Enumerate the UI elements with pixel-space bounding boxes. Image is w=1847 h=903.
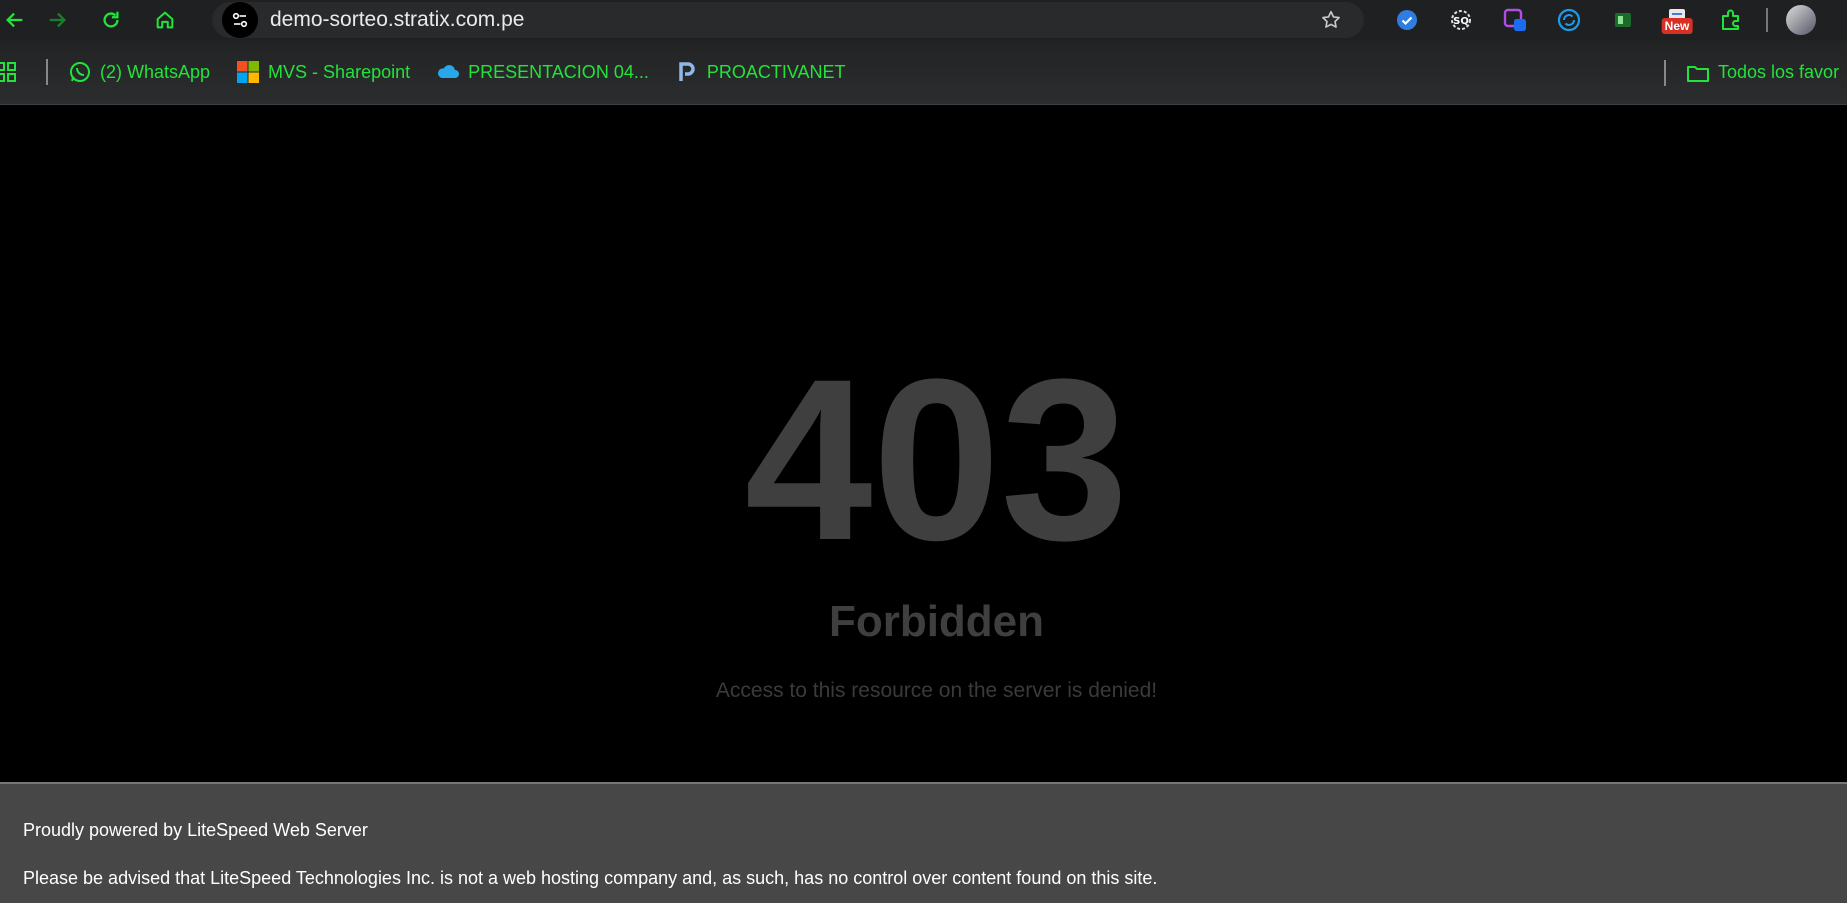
bookmark-label: (2) WhatsApp: [100, 61, 211, 82]
extensions-menu-button[interactable]: [1704, 0, 1758, 40]
bookmarks-bar: (2) WhatsApp MVS - Sharepoint PRESENTACI…: [0, 40, 1847, 105]
apps-grid-icon: [0, 62, 16, 82]
microsoft-icon: [237, 61, 260, 83]
error-status: Forbidden: [828, 597, 1045, 646]
bookmark-label: PRESENTACION 04...: [468, 61, 649, 82]
extension-checkmark[interactable]: [1380, 0, 1434, 40]
extension-spreadsheet[interactable]: [1596, 0, 1650, 40]
sync-icon: [1557, 8, 1581, 32]
bookmark-presentacion[interactable]: PRESENTACION 04...: [436, 60, 649, 84]
all-favorites-area: Todos los favor: [1664, 40, 1839, 105]
reload-icon: [103, 11, 119, 28]
checkmark-shield-icon: [1397, 10, 1417, 30]
reload-button[interactable]: [84, 0, 138, 40]
site-info-button[interactable]: [222, 2, 258, 38]
all-favorites-folder[interactable]: Todos los favor: [1686, 61, 1839, 85]
back-button[interactable]: [0, 0, 30, 40]
puzzle-icon: [1722, 9, 1739, 30]
bookmarks-divider: [46, 59, 48, 85]
extension-new[interactable]: New: [1650, 0, 1704, 40]
browser-toolbar: demo-sorteo.stratix.com.pe SQ New: [0, 0, 1847, 40]
forward-button[interactable]: [30, 0, 84, 40]
bookmark-label: PROACTIVANET: [706, 61, 846, 82]
tune-icon: [232, 12, 248, 28]
page-content: 403 Forbidden Access to this resource on…: [0, 105, 1847, 782]
arrow-right-icon: [49, 12, 66, 28]
bookmark-sharepoint[interactable]: MVS - Sharepoint: [236, 60, 410, 84]
arrow-left-icon: [6, 12, 23, 28]
onedrive-cloud-icon: [438, 65, 460, 78]
page-footer: Proudly powered by LiteSpeed Web Server …: [0, 782, 1847, 903]
home-button[interactable]: [138, 0, 192, 40]
whatsapp-icon: [70, 62, 90, 82]
proactivanet-icon: [679, 62, 695, 81]
screen-capture-icon: [1503, 8, 1526, 31]
footer-disclaimer: Please be advised that LiteSpeed Technol…: [23, 868, 1158, 888]
svg-text:SQ: SQ: [1453, 16, 1469, 27]
toolbar-divider: [1766, 8, 1768, 32]
error-message: Access to this resource on the server is…: [715, 679, 1158, 702]
home-icon: [156, 11, 174, 29]
extension-sync[interactable]: [1542, 0, 1596, 40]
profile-avatar[interactable]: [1786, 5, 1816, 35]
bookmarks-divider-right: [1664, 59, 1666, 86]
error-code: 403: [744, 331, 1129, 588]
bookmark-label: MVS - Sharepoint: [268, 61, 411, 82]
extension-seo[interactable]: SQ: [1434, 0, 1488, 40]
apps-button[interactable]: [0, 60, 26, 84]
bookmark-proactivanet[interactable]: PROACTIVANET: [675, 60, 846, 84]
address-bar[interactable]: demo-sorteo.stratix.com.pe: [212, 2, 1364, 38]
footer-powered-by: Proudly powered by LiteSpeed Web Server: [23, 820, 368, 840]
extension-capture[interactable]: [1488, 0, 1542, 40]
extensions-area: SQ New: [1380, 0, 1816, 40]
bookmark-star-icon[interactable]: [1320, 9, 1342, 31]
folder-icon: [1687, 65, 1709, 82]
url-text[interactable]: demo-sorteo.stratix.com.pe: [270, 8, 524, 32]
spreadsheet-icon: [1615, 13, 1631, 27]
new-badge: New: [1661, 18, 1693, 34]
seo-gear-icon: SQ: [1451, 10, 1471, 30]
all-favorites-label: Todos los favor: [1718, 62, 1840, 82]
bookmark-whatsapp[interactable]: (2) WhatsApp: [68, 60, 210, 84]
